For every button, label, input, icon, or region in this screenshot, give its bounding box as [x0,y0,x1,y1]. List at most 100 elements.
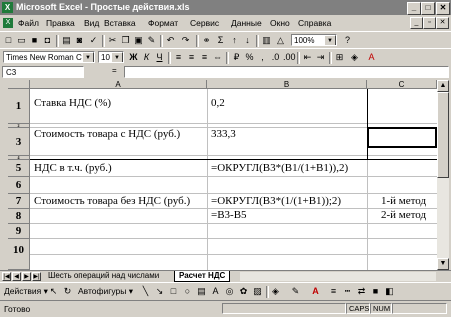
actions-menu[interactable]: Действия ▾ [4,286,48,297]
align-center-icon[interactable]: ≡ [186,52,197,63]
horizontal-scrollbar[interactable] [240,272,436,281]
row-header-8[interactable]: 8 [8,209,30,224]
zoom-select[interactable]: 100% ▼ [291,34,337,46]
cell-a5[interactable]: НДС в т.ч. (руб.) [34,162,112,174]
3d-icon[interactable]: ◧ [384,286,395,297]
font-select[interactable]: Times New Roman Cyr ▼ [3,51,95,63]
dash-style-icon[interactable]: ┅ [342,286,353,297]
help-icon[interactable]: ? [342,35,353,46]
chart-wizard-icon[interactable]: ▥ [261,35,272,46]
column-header-a[interactable]: A [30,80,207,89]
chevron-down-icon[interactable]: ▼ [82,52,94,62]
fill-color-icon[interactable]: ◈ [270,286,281,297]
workbook-icon[interactable]: X [3,18,13,28]
hyperlink-icon[interactable]: ⚭ [201,35,212,46]
chevron-down-icon[interactable]: ▼ [324,35,336,45]
underline-icon[interactable]: Ч [154,52,165,63]
maximize-button[interactable]: □ [421,2,435,15]
line-color-icon[interactable]: ✎ [290,286,301,297]
scroll-down-icon[interactable]: ▼ [437,258,449,270]
row-header-7[interactable]: 7 [8,194,30,209]
menu-format[interactable]: Формат [148,18,178,28]
menu-help[interactable]: Справка [298,18,331,28]
worksheet-grid[interactable]: A B C 1 2 3 4 5 6 7 8 9 10 Ставка НДС (%… [8,80,437,270]
cell-b5[interactable]: =ОКРУГЛ(B3*(B1/(1+B1)),2) [211,162,348,174]
menu-tools[interactable]: Сервис [190,18,219,28]
spelling-icon[interactable]: ✓ [88,35,99,46]
name-box[interactable]: C3 [2,66,84,78]
bold-icon[interactable]: Ж [128,52,139,63]
excel-app-icon[interactable]: X [2,2,13,13]
decrease-indent-icon[interactable]: ⇤ [302,52,313,63]
line-icon[interactable]: ╲ [140,286,151,297]
workbook-minimize-button[interactable]: _ [410,17,423,29]
cell-a3[interactable]: Стоимость товара с НДС (руб.) [34,128,180,140]
row-header-9[interactable]: 9 [8,224,30,239]
next-sheet-icon[interactable]: ▶ [22,272,31,281]
borders-icon[interactable]: ⊞ [334,52,345,63]
chevron-down-icon[interactable]: ▼ [111,52,123,62]
merge-center-icon[interactable]: ⇔ [212,52,223,63]
save-icon[interactable]: ■ [29,35,40,46]
cell-b1[interactable]: 0,2 [211,97,225,109]
cell-b8[interactable]: =B3-B5 [211,209,247,221]
menu-view[interactable]: Вид [84,18,99,28]
permission-icon[interactable]: ◘ [42,35,53,46]
rotate-icon[interactable]: ↻ [62,286,73,297]
cell-c7[interactable]: 1-й метод [381,195,426,207]
menu-window[interactable]: Окно [270,18,290,28]
print-icon[interactable]: ▤ [61,35,72,46]
menu-edit[interactable]: Правка [46,18,75,28]
format-painter-icon[interactable]: ✎ [146,35,157,46]
cell-a1[interactable]: Ставка НДС (%) [34,97,111,109]
row-header-5[interactable]: 5 [8,160,30,177]
decrease-decimal-icon[interactable]: .00 [283,52,296,63]
row-header-10[interactable]: 10 [8,239,30,270]
menu-insert[interactable]: Вставка [104,18,136,28]
increase-decimal-icon[interactable]: .0 [270,52,281,63]
formula-equals-icon[interactable]: = [112,66,117,75]
first-sheet-icon[interactable]: |◀ [2,272,11,281]
cut-icon[interactable]: ✂ [107,35,118,46]
font-size-select[interactable]: 10 ▼ [98,51,124,63]
workbook-restore-button[interactable]: ▫ [423,17,436,29]
select-objects-icon[interactable]: ↖ [48,286,59,297]
cell-a7[interactable]: Стоимость товара без НДС (руб.) [34,195,190,207]
print-preview-icon[interactable]: ◙ [74,35,85,46]
redo-icon[interactable]: ↷ [180,35,191,46]
autoshapes-menu[interactable]: Автофигуры ▾ [78,286,133,297]
row-header-1[interactable]: 1 [8,89,30,124]
scroll-up-icon[interactable]: ▲ [437,80,449,92]
new-icon[interactable]: □ [3,35,14,46]
font-color-icon[interactable]: A [366,52,377,63]
sheet-tab-six-operations[interactable]: Шесть операций над числами [44,271,174,281]
prev-sheet-icon[interactable]: ◀ [12,272,21,281]
arrow-icon[interactable]: ↘ [154,286,165,297]
currency-icon[interactable]: ₽ [231,52,242,63]
picture-icon[interactable]: ▨ [252,286,263,297]
align-left-icon[interactable]: ≡ [173,52,184,63]
menu-data[interactable]: Данные [231,18,262,28]
fill-color-icon[interactable]: ◈ [349,52,360,63]
select-all-corner[interactable] [8,80,30,89]
undo-icon[interactable]: ↶ [165,35,176,46]
row-header-3[interactable]: 3 [8,128,30,156]
active-cell-selection[interactable] [367,127,437,148]
shadow-icon[interactable]: ■ [370,286,381,297]
minimize-button[interactable]: _ [407,2,421,15]
clipart-icon[interactable]: ✿ [238,286,249,297]
autosum-icon[interactable]: Σ [215,35,226,46]
diagram-icon[interactable]: ◎ [224,286,235,297]
cell-b7[interactable]: =ОКРУГЛ(B3*(1/(1+B1));2) [211,195,341,207]
last-sheet-icon[interactable]: ▶| [32,272,41,281]
vertical-scrollbar[interactable]: ▲ ▼ [437,80,449,270]
sheet-tab-vat[interactable]: Расчет НДС [174,271,231,282]
formula-input[interactable] [124,66,449,78]
increase-indent-icon[interactable]: ⇥ [315,52,326,63]
comma-style-icon[interactable]: , [257,52,268,63]
cell-c8[interactable]: 2-й метод [381,209,426,221]
row-header-6[interactable]: 6 [8,177,30,194]
wordart-icon[interactable]: A [210,286,221,297]
sort-descending-icon[interactable]: ↓ [242,35,253,46]
workbook-close-button[interactable]: ✕ [436,17,449,29]
